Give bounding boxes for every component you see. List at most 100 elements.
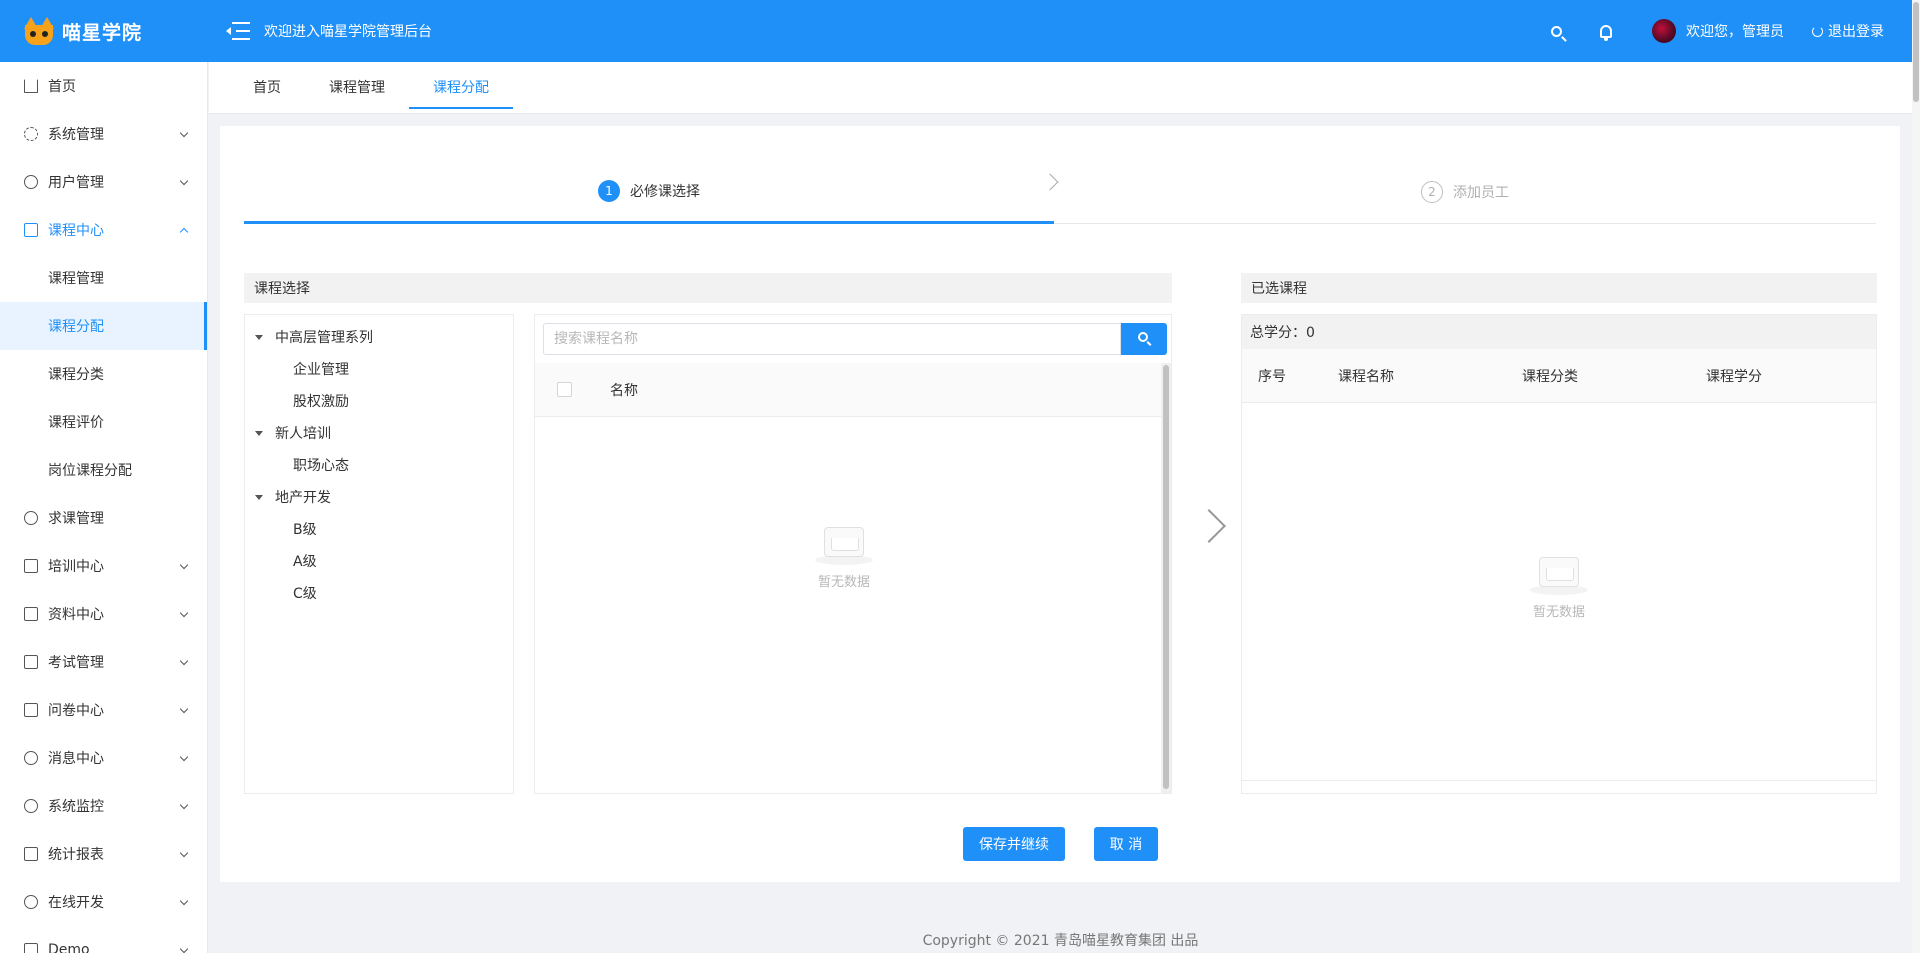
sidebar-item-survey[interactable]: 问卷中心 bbox=[0, 686, 207, 734]
sidebar-item-online-dev[interactable]: 在线开发 bbox=[0, 878, 207, 926]
chevron-down-icon bbox=[179, 608, 189, 618]
selected-courses-title: 已选课程 bbox=[1241, 273, 1877, 303]
steps: 1 必修课选择 2 添加员工 bbox=[244, 160, 1876, 224]
bell-icon[interactable] bbox=[1600, 24, 1612, 41]
column-header-name: 名称 bbox=[610, 382, 638, 399]
message-icon bbox=[24, 751, 38, 765]
logout-button[interactable]: 退出登录 bbox=[1812, 21, 1884, 41]
sidebar-item-messages[interactable]: 消息中心 bbox=[0, 734, 207, 782]
chevron-down-icon bbox=[179, 128, 189, 138]
tree-node-label: 新人培训 bbox=[275, 426, 331, 442]
chevron-down-icon bbox=[179, 176, 189, 186]
tree-node-label: 地产开发 bbox=[275, 490, 331, 506]
page-scrollbar[interactable] bbox=[1912, 0, 1920, 953]
sidebar-item-label: 消息中心 bbox=[48, 751, 104, 767]
caret-down-icon[interactable] bbox=[255, 334, 263, 340]
search-button[interactable] bbox=[1121, 323, 1167, 355]
sidebar-item-system[interactable]: 系统管理 bbox=[0, 110, 207, 158]
sidebar-item-label: 首页 bbox=[48, 79, 76, 95]
caret-down-icon[interactable] bbox=[255, 430, 263, 436]
sidebar-item-label: 课程中心 bbox=[48, 223, 104, 239]
tree-node[interactable]: 地产开发 bbox=[245, 481, 513, 513]
course-icon bbox=[24, 223, 38, 237]
sidebar-item-training[interactable]: 培训中心 bbox=[0, 542, 207, 590]
menu-collapse-icon[interactable] bbox=[226, 20, 250, 42]
demo-icon bbox=[24, 943, 38, 953]
sidebar-item-demo[interactable]: Demo bbox=[0, 926, 207, 953]
sidebar-item-exam[interactable]: 考试管理 bbox=[0, 638, 207, 686]
chevron-down-icon bbox=[179, 944, 189, 953]
sidebar-item-reports[interactable]: 统计报表 bbox=[0, 830, 207, 878]
brand[interactable]: 喵星学院 bbox=[0, 17, 208, 45]
caret-down-icon[interactable] bbox=[255, 494, 263, 500]
board-icon bbox=[24, 559, 38, 573]
sidebar-sub-course-category[interactable]: 课程分类 bbox=[0, 350, 207, 398]
total-credits: 总学分：0 bbox=[1242, 315, 1876, 349]
sidebar-sub-course-review[interactable]: 课程评价 bbox=[0, 398, 207, 446]
tree-node-label: 中高层管理系列 bbox=[275, 330, 373, 346]
sidebar-item-resources[interactable]: 资料中心 bbox=[0, 590, 207, 638]
tree-node[interactable]: 新人培训 bbox=[245, 417, 513, 449]
sidebar-item-label: 系统管理 bbox=[48, 127, 104, 143]
step-label: 添加员工 bbox=[1453, 184, 1509, 201]
search-icon bbox=[1138, 332, 1148, 342]
course-list-header: 名称 bbox=[535, 363, 1161, 417]
tab-course-manage[interactable]: 课程管理 bbox=[305, 61, 409, 113]
tree-node[interactable]: A级 bbox=[245, 545, 513, 577]
sidebar-item-request[interactable]: 求课管理 bbox=[0, 494, 207, 542]
tab-home[interactable]: 首页 bbox=[229, 61, 305, 113]
search-icon[interactable] bbox=[1551, 25, 1562, 37]
chevron-down-icon bbox=[179, 896, 189, 906]
book-icon bbox=[24, 607, 38, 621]
avatar[interactable] bbox=[1652, 19, 1676, 43]
tree-node[interactable]: C级 bbox=[245, 577, 513, 609]
welcome-text: 欢迎进入喵星学院管理后台 bbox=[264, 24, 432, 40]
sidebar-item-label: 用户管理 bbox=[48, 175, 104, 191]
empty-text: 暂无数据 bbox=[1532, 605, 1585, 620]
sidebar-sub-course-assign[interactable]: 课程分配 bbox=[0, 302, 207, 350]
chevron-down-icon bbox=[179, 704, 189, 714]
sidebar-item-label: 培训中心 bbox=[48, 559, 104, 575]
logout-label: 退出登录 bbox=[1828, 24, 1884, 40]
tree-node[interactable]: 中高层管理系列 bbox=[245, 321, 513, 353]
tree-node[interactable]: 职场心态 bbox=[245, 449, 513, 481]
transfer-right-icon[interactable] bbox=[1192, 509, 1226, 543]
tree-node[interactable]: 股权激励 bbox=[245, 385, 513, 417]
save-continue-button[interactable]: 保存并继续 bbox=[963, 827, 1065, 861]
select-all-checkbox[interactable] bbox=[557, 382, 572, 397]
header-actions: 欢迎您，管理员 退出登录 bbox=[1519, 19, 1912, 43]
sidebar-item-course-center[interactable]: 课程中心 bbox=[0, 206, 207, 254]
list-scrollbar[interactable] bbox=[1161, 363, 1171, 793]
sidebar-item-users[interactable]: 用户管理 bbox=[0, 158, 207, 206]
step-add-staff[interactable]: 2 添加员工 bbox=[1054, 160, 1876, 224]
category-tree: 中高层管理系列 企业管理 股权激励 新人培训 职场心态 地产开发 B级 A级 C… bbox=[244, 314, 514, 794]
inbox-icon bbox=[1530, 555, 1588, 595]
course-search-input[interactable] bbox=[543, 323, 1121, 355]
sidebar-item-label: 考试管理 bbox=[48, 655, 104, 671]
list-icon bbox=[24, 703, 38, 717]
sidebar-item-home[interactable]: 首页 bbox=[0, 62, 207, 110]
home-icon bbox=[24, 79, 38, 93]
tree-node[interactable]: B级 bbox=[245, 513, 513, 545]
sidebar-sub-position-course[interactable]: 岗位课程分配 bbox=[0, 446, 207, 494]
sidebar-item-label: 资料中心 bbox=[48, 607, 104, 623]
sidebar-item-monitor[interactable]: 系统监控 bbox=[0, 782, 207, 830]
step-number: 2 bbox=[1421, 180, 1443, 203]
page-tabs: 首页 课程管理 课程分配 bbox=[209, 62, 1912, 114]
column-header-credits: 课程学分 bbox=[1706, 368, 1762, 385]
empty-text: 暂无数据 bbox=[817, 575, 870, 590]
top-header: 喵星学院 欢迎进入喵星学院管理后台 欢迎您，管理员 退出登录 bbox=[0, 0, 1912, 62]
column-header-category: 课程分类 bbox=[1522, 368, 1578, 385]
user-greeting[interactable]: 欢迎您，管理员 bbox=[1686, 21, 1784, 41]
sidebar: 首页 系统管理 用户管理 课程中心 课程管理 课程分配 课程分类 课程评价 岗位… bbox=[0, 62, 208, 953]
brand-name: 喵星学院 bbox=[62, 21, 143, 44]
course-select-title: 课程选择 bbox=[244, 273, 1172, 303]
tab-course-assign[interactable]: 课程分配 bbox=[409, 61, 513, 113]
cancel-button[interactable]: 取 消 bbox=[1094, 827, 1158, 861]
sidebar-sub-course-manage[interactable]: 课程管理 bbox=[0, 254, 207, 302]
step-course-select[interactable]: 1 必修课选择 bbox=[244, 160, 1054, 224]
cat-logo-icon bbox=[24, 17, 54, 45]
tree-node[interactable]: 企业管理 bbox=[245, 353, 513, 385]
step-label: 必修课选择 bbox=[630, 183, 700, 200]
power-icon bbox=[1812, 25, 1823, 37]
